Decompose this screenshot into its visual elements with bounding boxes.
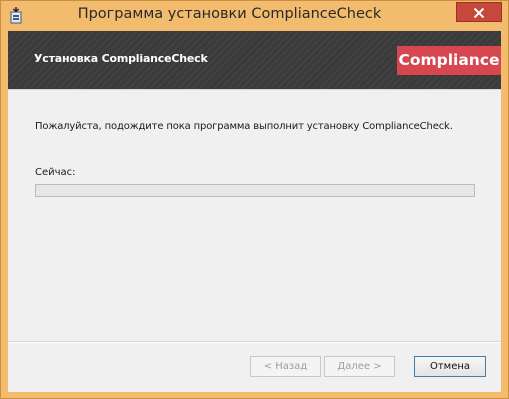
dialog-client-area: Установка ComplianceCheck Compliance Пож… bbox=[8, 31, 501, 392]
header-banner: Установка ComplianceCheck Compliance bbox=[8, 31, 501, 90]
title-bar[interactable]: Программа установки ComplianceCheck bbox=[1, 1, 508, 31]
progress-bar bbox=[35, 184, 475, 197]
window-title: Программа установки ComplianceCheck bbox=[77, 6, 382, 22]
footer-separator bbox=[8, 341, 501, 343]
installer-icon bbox=[9, 7, 25, 24]
progress-message: Пожалуйста, подождите пока программа вып… bbox=[35, 121, 453, 132]
next-button[interactable]: Далее > bbox=[324, 356, 395, 377]
status-label: Сейчас: bbox=[35, 167, 76, 178]
installer-window: Программа установки ComplianceCheck Уста… bbox=[0, 0, 509, 399]
product-logo: Compliance bbox=[397, 46, 501, 75]
back-button[interactable]: < Назад bbox=[250, 356, 321, 377]
close-button[interactable] bbox=[456, 2, 502, 22]
banner-title: Установка ComplianceCheck bbox=[34, 52, 208, 65]
close-icon bbox=[473, 3, 485, 22]
cancel-button[interactable]: Отмена bbox=[414, 356, 486, 377]
